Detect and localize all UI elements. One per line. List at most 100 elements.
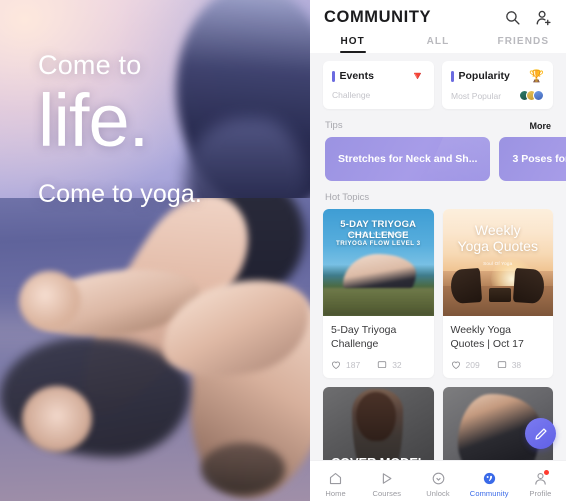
- quick-card-header: Events 🔻: [332, 70, 425, 82]
- nav-item-profile[interactable]: Profile: [515, 469, 566, 498]
- thumbnail-overlay-small: HOW TO DO YOUR OWN YOGA: [348, 232, 409, 236]
- tips-carousel[interactable]: Stretches for Neck and Sh... 3 Poses for…: [310, 137, 566, 181]
- hot-topics-title: Hot Topics: [325, 192, 370, 203]
- nav-item-unlock[interactable]: Unlock: [412, 471, 463, 498]
- phone-header: COMMUNITY: [310, 0, 566, 27]
- tab-hot[interactable]: HOT: [310, 36, 395, 53]
- hero-line-1: Come to: [38, 50, 142, 80]
- nav-item-home[interactable]: Home: [310, 471, 361, 498]
- tab-all[interactable]: ALL: [395, 36, 480, 53]
- heart-icon: [451, 361, 460, 370]
- tab-friends[interactable]: FRIENDS: [481, 36, 566, 53]
- comment-stat[interactable]: 38: [497, 360, 521, 370]
- notification-badge: [544, 469, 550, 475]
- thumbnail-overlay-main: Weekly Yoga Quotes: [457, 222, 538, 254]
- nav-label: Home: [325, 488, 346, 498]
- thumbnail-overlay-sub: Soul Of Yoga: [483, 261, 513, 266]
- home-icon: [330, 472, 342, 484]
- quick-cards-row: Events 🔻 Challenge Popularity 🏆 Most Pop…: [310, 61, 566, 109]
- thumbnail-overlay-main: 5-DAY TRIYOGA CHALLENGE: [340, 219, 417, 241]
- tips-section-header: Tips More: [310, 109, 566, 137]
- hot-topics-section-header: Hot Topics: [310, 181, 566, 209]
- accent-bar: [332, 70, 335, 82]
- header-actions: [504, 9, 552, 26]
- post-title: 5-Day Triyoga Challenge: [331, 324, 397, 351]
- tips-more-button[interactable]: More: [529, 121, 551, 131]
- post-title: Weekly Yoga Quotes | Oct 17: [450, 324, 524, 351]
- hot-topics-grid: 5-DAY TRIYOGA CHALLENGE HOW TO DO YOUR O…: [310, 209, 566, 495]
- shield-badge-icon: 🔻: [410, 69, 425, 83]
- pencil-icon: [534, 427, 547, 440]
- quick-card-label: Events: [332, 70, 374, 82]
- post-stats: 187 32: [331, 360, 426, 370]
- thumbnail-table: [488, 288, 511, 303]
- heart-icon: [332, 361, 340, 370]
- bottom-navigation-bar: Home Courses Unlock Community Profile: [310, 460, 566, 501]
- post-card-triyoga[interactable]: 5-DAY TRIYOGA CHALLENGE HOW TO DO YOUR O…: [323, 209, 434, 379]
- grid-column-right: Weekly Yoga Quotes Soul Of Yoga Weekly Yo…: [442, 209, 554, 495]
- photo-hand-upper: [18, 270, 81, 331]
- like-count: 209: [465, 360, 480, 371]
- avatar: [533, 90, 544, 101]
- page-title: COMMUNITY: [324, 8, 432, 26]
- tips-title: Tips: [325, 120, 343, 131]
- quick-card-subtitle: Challenge: [332, 90, 371, 100]
- search-icon[interactable]: [504, 9, 521, 26]
- nav-item-community[interactable]: Community: [464, 471, 515, 498]
- unlock-icon: [432, 472, 444, 484]
- quick-card-title: Popularity: [458, 70, 510, 82]
- app-screenshot: Come to life. Come to yoga. COMMUNITY HO…: [0, 0, 566, 501]
- community-icon: [483, 472, 495, 484]
- compose-post-button[interactable]: [525, 418, 556, 449]
- trophy-icon: 🏆: [529, 69, 544, 83]
- nav-label: Community: [469, 488, 509, 498]
- avatar-stack: [519, 90, 544, 101]
- tip-chip[interactable]: 3 Poses for Tight ...: [499, 137, 566, 181]
- nav-label: Unlock: [426, 488, 450, 498]
- thumbnail-ground: [323, 288, 434, 316]
- post-thumbnail: Weekly Yoga Quotes Soul Of Yoga: [442, 209, 553, 316]
- add-person-icon[interactable]: [535, 9, 552, 26]
- post-body: 5-Day Triyoga Challenge 187 32: [323, 316, 434, 378]
- like-stat[interactable]: 187: [331, 360, 360, 370]
- nav-item-courses[interactable]: Courses: [361, 471, 412, 498]
- accent-bar: [451, 70, 454, 82]
- hero-line-3: Come to yoga.: [38, 179, 202, 208]
- quick-card-popularity[interactable]: Popularity 🏆 Most Popular: [442, 61, 553, 109]
- like-stat[interactable]: 209: [451, 360, 480, 370]
- quick-card-label: Popularity: [451, 70, 510, 82]
- quick-card-events[interactable]: Events 🔻 Challenge: [323, 61, 434, 109]
- quick-card-header: Popularity 🏆: [451, 70, 544, 82]
- phone-content: Events 🔻 Challenge Popularity 🏆 Most Pop…: [310, 53, 566, 501]
- comment-stat[interactable]: 32: [377, 360, 402, 371]
- tip-chip[interactable]: Stretches for Neck and Sh...: [325, 137, 491, 181]
- nav-label: Profile: [529, 488, 552, 498]
- thumbnail-figure-hair: [356, 391, 396, 441]
- grid-column-left: 5-DAY TRIYOGA CHALLENGE HOW TO DO YOUR O…: [323, 209, 434, 495]
- hero-photo-meditation: [0, 198, 310, 501]
- hero-panel: Come to life. Come to yoga.: [0, 0, 310, 501]
- quick-card-footer: Challenge: [332, 90, 425, 100]
- nav-label: Courses: [372, 488, 402, 498]
- photo-foot: [201, 442, 286, 495]
- photo-hand-lower: [21, 385, 92, 452]
- quick-card-title: Events: [339, 70, 374, 82]
- comment-count: 32: [392, 360, 402, 371]
- comment-count: 38: [511, 360, 522, 371]
- comment-icon: [378, 361, 387, 369]
- like-count: 187: [346, 360, 361, 371]
- post-body: Weekly Yoga Quotes | Oct 17 209 38: [443, 316, 554, 378]
- hero-copy: Come to life. Come to yoga.: [38, 52, 202, 209]
- tab-bar: HOT ALL FRIENDS: [310, 27, 566, 53]
- play-icon: [383, 472, 392, 484]
- comment-icon: [497, 361, 506, 369]
- thumbnail-overlay-sub: TRIYOGA FLOW LEVEL 3: [335, 240, 421, 247]
- quick-card-subtitle: Most Popular: [451, 90, 502, 101]
- quick-card-footer: Most Popular: [451, 90, 544, 101]
- post-stats: 209 38: [451, 360, 546, 370]
- thumbnail-chair-left: [450, 268, 483, 305]
- phone-panel: COMMUNITY HOT ALL FRIENDS Events 🔻 Chall…: [310, 0, 566, 501]
- hero-line-2: life.: [38, 79, 149, 162]
- post-card-weekly-quotes[interactable]: Weekly Yoga Quotes Soul Of Yoga Weekly Yo…: [442, 209, 554, 379]
- post-thumbnail: 5-DAY TRIYOGA CHALLENGE HOW TO DO YOUR O…: [323, 209, 434, 316]
